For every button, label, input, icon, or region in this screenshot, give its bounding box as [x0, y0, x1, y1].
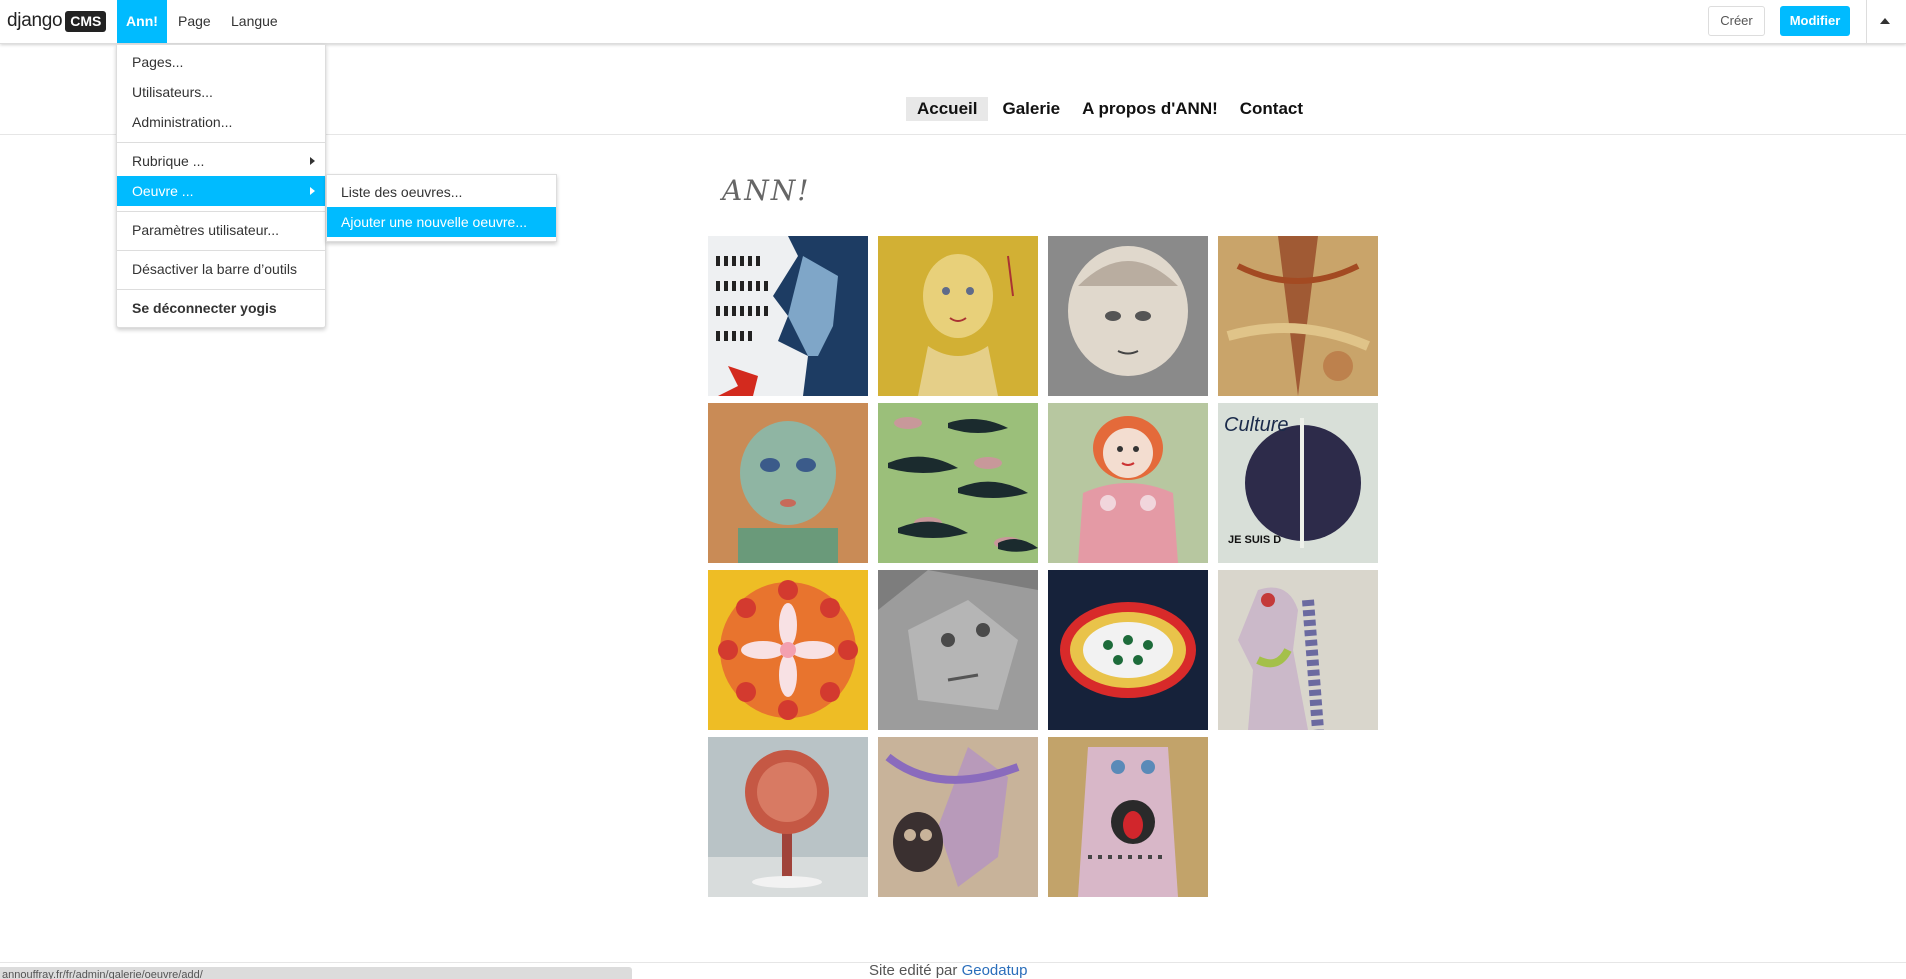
nav-link-contact[interactable]: Contact	[1229, 97, 1314, 121]
menu-item-logout[interactable]: Se déconnecter yogis	[117, 293, 325, 323]
artwork-thumbnail[interactable]	[1048, 570, 1208, 730]
submenu-item-ajouter-oeuvre[interactable]: Ajouter une nouvelle oeuvre...	[327, 207, 556, 237]
site-footer: Site edité par Geodatup	[869, 962, 1027, 979]
nav-link-accueil[interactable]: Accueil	[906, 97, 989, 121]
artwork-thumbnail[interactable]	[708, 236, 868, 396]
toolbar-collapse-icon[interactable]	[1880, 18, 1890, 24]
artwork-thumbnail[interactable]	[1048, 236, 1208, 396]
cms-toolbar: django CMS Ann! Page Langue Créer Modifi…	[0, 0, 1906, 44]
menu-item-label: Administration...	[132, 114, 233, 130]
artwork-thumbnail[interactable]	[878, 737, 1038, 897]
django-cms-logo[interactable]: django CMS	[7, 10, 107, 32]
menu-item-label: Oeuvre ...	[132, 183, 194, 199]
edit-button[interactable]: Modifier	[1780, 6, 1850, 36]
artwork-thumbnail[interactable]	[878, 403, 1038, 563]
artwork-thumbnail[interactable]: Culture JE SUIS D	[1218, 403, 1378, 563]
site-navigation: Accueil Galerie A propos d'ANN! Contact	[906, 97, 1314, 121]
menu-item-label: Utilisateurs...	[132, 84, 213, 100]
footer-credit-text: Site edité par	[869, 962, 958, 979]
oeuvre-submenu: Liste des oeuvres... Ajouter une nouvell…	[326, 174, 557, 242]
svg-text:JE SUIS D: JE SUIS D	[1228, 534, 1281, 546]
create-button[interactable]: Créer	[1708, 6, 1765, 36]
footer-credit-link[interactable]: Geodatup	[962, 962, 1028, 979]
menu-item-label: Pages...	[132, 54, 184, 70]
browser-status-bar-url: annouffray.fr/fr/admin/galerie/oeuvre/ad…	[0, 967, 632, 979]
submenu-item-label: Ajouter une nouvelle oeuvre...	[341, 214, 528, 230]
menu-item-oeuvre[interactable]: Oeuvre ...	[117, 176, 325, 206]
menu-item-parametres[interactable]: Paramètres utilisateur...	[117, 215, 325, 245]
menu-item-administration[interactable]: Administration...	[117, 107, 325, 137]
menu-divider	[117, 142, 325, 143]
artwork-thumbnail[interactable]	[878, 570, 1038, 730]
nav-link-galerie[interactable]: Galerie	[991, 97, 1071, 121]
menu-item-utilisateurs[interactable]: Utilisateurs...	[117, 77, 325, 107]
toolbar-divider	[1866, 0, 1867, 43]
menu-item-rubrique[interactable]: Rubrique ...	[117, 146, 325, 176]
nav-link-a-propos[interactable]: A propos d'ANN!	[1071, 97, 1229, 121]
toolbar-menu-page[interactable]: Page	[169, 0, 220, 43]
artwork-thumbnail[interactable]	[708, 570, 868, 730]
menu-item-desactiver-toolbar[interactable]: Désactiver la barre d’outils	[117, 254, 325, 284]
artwork-thumbnail[interactable]	[1048, 737, 1208, 897]
submenu-arrow-icon	[310, 157, 315, 165]
artwork-thumbnail[interactable]	[878, 236, 1038, 396]
logo-badge: CMS	[65, 10, 107, 32]
artwork-thumbnail[interactable]	[1048, 403, 1208, 563]
menu-divider	[117, 289, 325, 290]
toolbar-menu-ann[interactable]: Ann!	[117, 0, 167, 43]
artwork-thumbnail[interactable]	[1218, 570, 1378, 730]
logo-text: django	[7, 10, 63, 31]
artist-signature-logo: ANN!	[722, 174, 811, 207]
menu-divider	[117, 250, 325, 251]
menu-item-label: Se déconnecter yogis	[132, 300, 277, 316]
artwork-thumbnail[interactable]	[1218, 236, 1378, 396]
submenu-arrow-icon	[310, 187, 315, 195]
artwork-thumbnail[interactable]	[708, 737, 868, 897]
menu-item-pages[interactable]: Pages...	[117, 47, 325, 77]
submenu-item-liste-oeuvres[interactable]: Liste des oeuvres...	[327, 177, 556, 207]
toolbar-menu-langue[interactable]: Langue	[222, 0, 287, 43]
menu-item-label: Désactiver la barre d’outils	[132, 261, 297, 277]
svg-text:Culture: Culture	[1224, 414, 1288, 436]
menu-divider	[117, 211, 325, 212]
ann-dropdown-menu: Pages... Utilisateurs... Administration.…	[116, 44, 326, 328]
submenu-item-label: Liste des oeuvres...	[341, 184, 463, 200]
menu-item-label: Rubrique ...	[132, 153, 205, 169]
menu-item-label: Paramètres utilisateur...	[132, 222, 280, 238]
artwork-thumbnail[interactable]	[708, 403, 868, 563]
